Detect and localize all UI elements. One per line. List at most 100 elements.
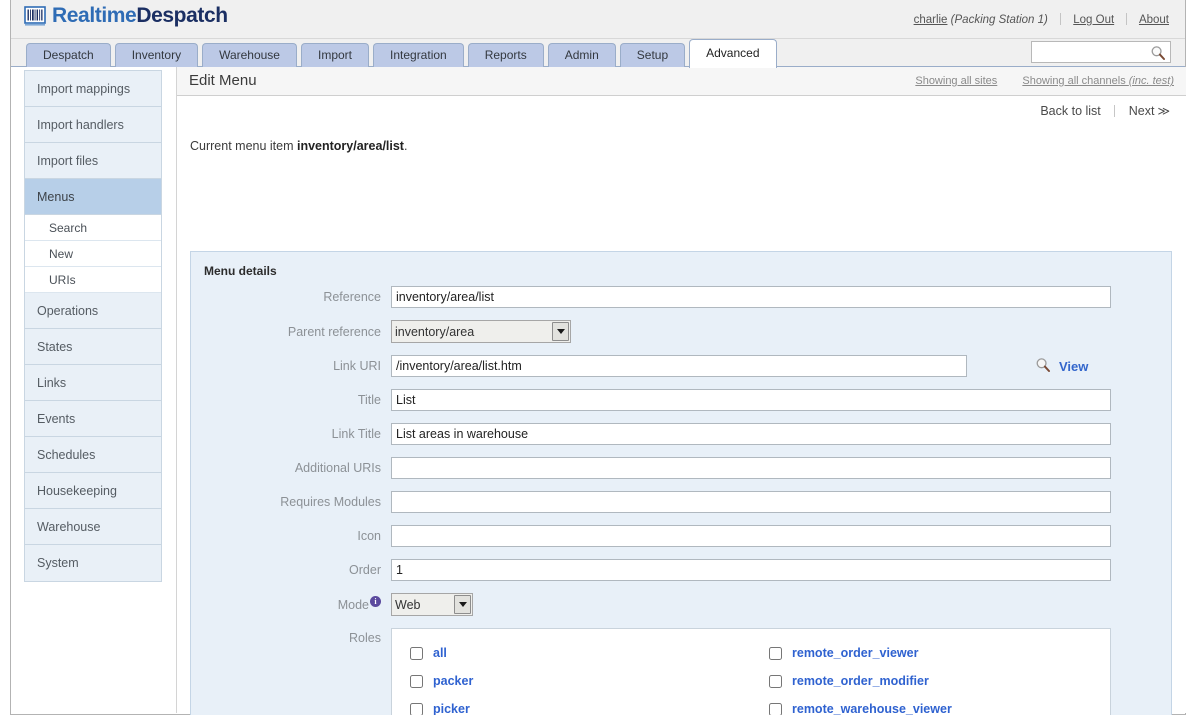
mode-select-wrap[interactable]: Web: [391, 593, 473, 616]
about-link[interactable]: About: [1139, 14, 1169, 26]
brand-name-part2: Despatch: [136, 4, 228, 27]
reference-input[interactable]: [391, 286, 1111, 308]
icon-input[interactable]: [391, 525, 1111, 547]
sidebar-item-housekeeping[interactable]: Housekeeping: [25, 473, 161, 509]
next-link[interactable]: Next ≫: [1129, 104, 1170, 118]
parent-reference-select-wrap[interactable]: inventory/area: [391, 320, 571, 343]
mode-select[interactable]: Web: [391, 593, 473, 616]
search-input[interactable]: [1032, 42, 1144, 62]
role-label-remote-warehouse-viewer[interactable]: remote_warehouse_viewer: [792, 702, 952, 715]
showing-all-channels-text: Showing all channels: [1022, 75, 1129, 87]
brand-logo[interactable]: RealtimeDespatch: [24, 5, 228, 27]
sidebar-item-menus[interactable]: Menus: [25, 179, 161, 215]
role-label-picker[interactable]: picker: [433, 702, 470, 715]
tab-list: Despatch Inventory Warehouse Import Inte…: [26, 39, 781, 68]
order-label: Order: [349, 563, 381, 577]
brand-name-part1: Realtime: [52, 4, 137, 27]
info-icon[interactable]: i: [370, 596, 381, 608]
current-menu-item: Current menu item inventory/area/list.: [177, 127, 1186, 153]
back-to-list-link[interactable]: Back to list: [1040, 104, 1100, 118]
sidebar-item-system[interactable]: System: [25, 545, 161, 581]
field-row-link-title: Link Title: [191, 423, 1171, 445]
tab-integration[interactable]: Integration: [373, 43, 464, 68]
app-frame: RealtimeDespatch charlie (Packing Statio…: [10, 0, 1186, 715]
next-label: Next: [1128, 104, 1155, 118]
current-menu-prefix: Current menu item: [190, 139, 297, 153]
tab-reports[interactable]: Reports: [467, 43, 544, 68]
role-checkbox-remote-warehouse-viewer[interactable]: [769, 702, 782, 715]
role-checkbox-picker[interactable]: [410, 702, 423, 715]
role-checkbox-remote-order-viewer[interactable]: [769, 646, 782, 660]
role-checkbox-packer[interactable]: [410, 674, 423, 688]
user-link[interactable]: charlie: [914, 14, 948, 26]
role-item: remote_warehouse_viewer: [769, 695, 1110, 715]
roles-label: Roles: [349, 631, 381, 645]
role-checkbox-remote-order-modifier[interactable]: [769, 674, 782, 688]
sidebar-item-links[interactable]: Links: [25, 365, 161, 401]
role-item: picker: [410, 695, 751, 715]
link-uri-label: Link URI: [333, 359, 381, 373]
divider: [1114, 105, 1116, 117]
sidebar-item-states[interactable]: States: [25, 329, 161, 365]
record-nav-links: Back to list Next ≫: [1040, 104, 1170, 118]
requires-modules-input[interactable]: [391, 491, 1111, 513]
icon-label: Icon: [357, 529, 381, 543]
showing-all-sites-link[interactable]: Showing all sites: [915, 75, 997, 87]
role-label-remote-order-viewer[interactable]: remote_order_viewer: [792, 646, 918, 660]
sidebar-item-schedules[interactable]: Schedules: [25, 437, 161, 473]
role-checkbox-all[interactable]: [410, 646, 423, 660]
sidebar-subitem-uris[interactable]: URIs: [25, 267, 161, 293]
view-link[interactable]: View: [1027, 357, 1088, 376]
role-label-packer[interactable]: packer: [433, 674, 473, 688]
sidebar-item-events[interactable]: Events: [25, 401, 161, 437]
title-label: Title: [357, 393, 381, 407]
tab-advanced[interactable]: Advanced: [689, 39, 777, 68]
tab-despatch[interactable]: Despatch: [26, 43, 111, 68]
search-icon[interactable]: [1150, 45, 1166, 64]
mode-label: Mode i: [191, 596, 391, 613]
role-label-all[interactable]: all: [433, 646, 447, 660]
divider: [1126, 13, 1128, 25]
field-row-icon: Icon: [191, 525, 1171, 547]
sidebar-subitem-new[interactable]: New: [25, 241, 161, 267]
field-row-order: Order: [191, 559, 1171, 581]
tab-warehouse[interactable]: Warehouse: [202, 43, 297, 68]
sidebar: Import mappings Import handlers Import f…: [24, 70, 162, 582]
content-header: Edit Menu Showing all sites Showing all …: [177, 67, 1186, 96]
order-input[interactable]: [391, 559, 1111, 581]
tab-admin[interactable]: Admin: [547, 43, 616, 68]
parent-reference-select[interactable]: inventory/area: [391, 320, 571, 343]
panel-legend: Menu details: [204, 264, 277, 278]
showing-all-channels-link[interactable]: Showing all channels (inc. test): [1022, 75, 1174, 87]
role-item: remote_order_modifier: [769, 667, 1110, 695]
title-input[interactable]: [391, 389, 1111, 411]
sidebar-item-import-files[interactable]: Import files: [25, 143, 161, 179]
field-row-title: Title: [191, 389, 1171, 411]
additional-uris-input[interactable]: [391, 457, 1111, 479]
parent-reference-label: Parent reference: [287, 324, 381, 339]
field-row-reference: Reference: [191, 286, 1171, 308]
role-label-remote-order-modifier[interactable]: remote_order_modifier: [792, 674, 929, 688]
page-title: Edit Menu: [189, 72, 257, 89]
field-row-roles: Roles all packer picker remote_order_vie…: [191, 628, 1171, 715]
sidebar-item-import-mappings[interactable]: Import mappings: [25, 71, 161, 107]
requires-modules-label: Requires Modules: [280, 495, 381, 509]
field-row-link-uri: Link URI View: [191, 355, 1171, 377]
sidebar-item-operations[interactable]: Operations: [25, 293, 161, 329]
current-menu-value: inventory/area/list: [296, 139, 404, 153]
sidebar-item-warehouse[interactable]: Warehouse: [25, 509, 161, 545]
global-search[interactable]: [1031, 41, 1171, 63]
link-title-input[interactable]: [391, 423, 1111, 445]
account-links: charlie (Packing Station 1) Log Out Abou…: [914, 13, 1169, 26]
link-uri-input[interactable]: [391, 355, 967, 377]
showing-all-channels-note: (inc. test): [1128, 75, 1174, 87]
logout-link[interactable]: Log Out: [1073, 14, 1114, 26]
sidebar-item-import-handlers[interactable]: Import handlers: [25, 107, 161, 143]
tab-setup[interactable]: Setup: [619, 43, 686, 68]
tab-inventory[interactable]: Inventory: [114, 43, 199, 68]
magnifier-icon: [1035, 357, 1051, 376]
chevron-right-icon: ≫: [1157, 104, 1170, 118]
sidebar-subitem-search[interactable]: Search: [25, 215, 161, 241]
station-label: (Packing Station 1): [950, 14, 1048, 26]
tab-import[interactable]: Import: [300, 43, 369, 68]
